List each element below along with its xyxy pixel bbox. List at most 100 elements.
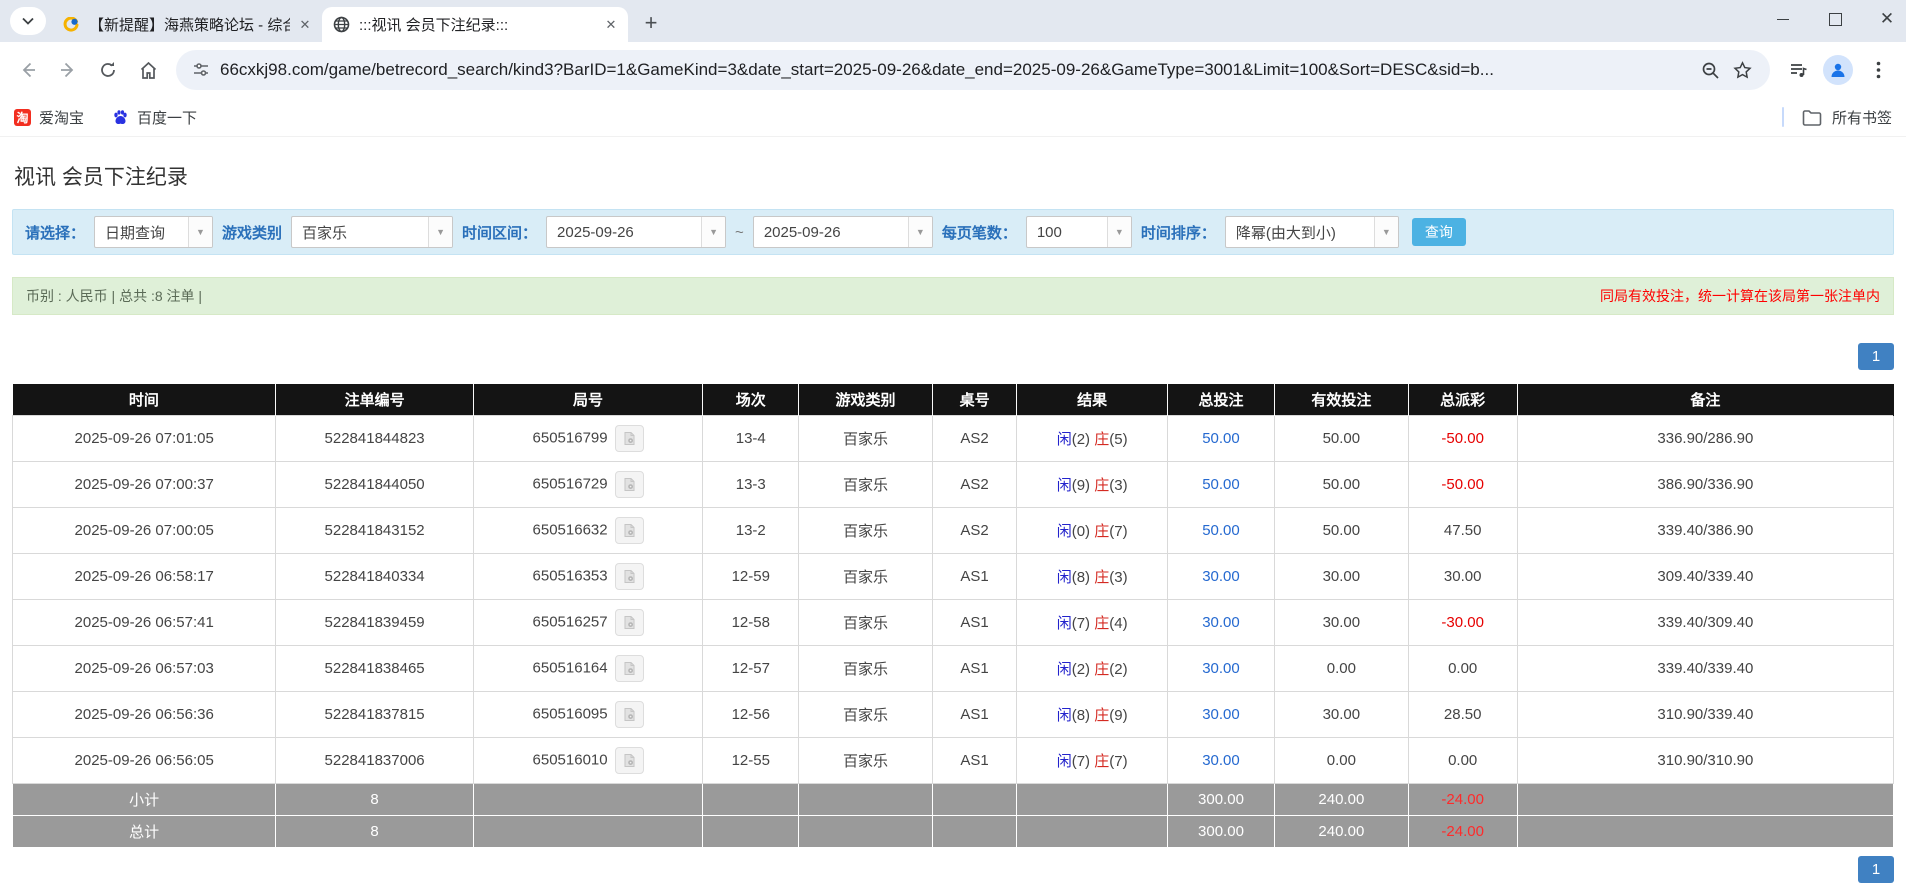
home-icon: [138, 60, 159, 81]
tab-bet-records[interactable]: :::视讯 会员下注纪录::: ✕: [322, 7, 628, 42]
sort-select[interactable]: 降幂(由大到小) ▼: [1225, 216, 1399, 248]
cell-session: 13-4: [703, 416, 799, 462]
close-window-button[interactable]: ✕: [1878, 10, 1896, 28]
chevron-down-icon: ▼: [188, 217, 212, 247]
video-replay-button[interactable]: [615, 701, 644, 728]
video-replay-button[interactable]: [615, 747, 644, 774]
video-replay-button[interactable]: [615, 471, 644, 498]
pagination-bottom: 1: [12, 856, 1894, 883]
all-bookmarks[interactable]: 所有书签: [1782, 107, 1892, 128]
player-score: (7): [1072, 615, 1095, 632]
video-replay-button[interactable]: [615, 563, 644, 590]
records-table-head: 时间注单编号局号场次游戏类别桌号结果总投注有效投注总派彩备注: [13, 384, 1894, 416]
forward-button[interactable]: [48, 50, 88, 90]
column-header: 游戏类别: [799, 384, 933, 416]
cell-bet-id: 522841840334: [276, 554, 474, 600]
minimize-button[interactable]: [1774, 10, 1792, 28]
column-header: 总派彩: [1408, 384, 1517, 416]
cell-game-type: 百家乐: [799, 600, 933, 646]
cell-bet-id: 522841844823: [276, 416, 474, 462]
tab-search-button[interactable]: [10, 7, 46, 35]
cell-note: 339.40/309.40: [1517, 600, 1893, 646]
cell-round: 650516164: [473, 646, 702, 692]
table-row: 2025-09-26 06:56:05522841837006650516010…: [13, 738, 1894, 784]
column-header: 注单编号: [276, 384, 474, 416]
player-score: (2): [1072, 661, 1095, 678]
video-replay-button[interactable]: [615, 655, 644, 682]
search-button[interactable]: 查询: [1412, 218, 1466, 246]
bookmark-star-button[interactable]: [1726, 54, 1758, 86]
summary-empty-cell: [1517, 816, 1893, 848]
cell-bet-id: 522841844050: [276, 462, 474, 508]
column-header: 桌号: [932, 384, 1017, 416]
per-page-select[interactable]: 100 ▼: [1026, 216, 1132, 248]
summary-count: 8: [276, 784, 474, 816]
bet-amount-link[interactable]: 30.00: [1202, 568, 1240, 585]
video-file-icon: [622, 615, 637, 630]
round-number: 650516164: [533, 659, 608, 676]
tab-close-icon[interactable]: ✕: [602, 16, 620, 34]
bet-amount-link[interactable]: 30.00: [1202, 660, 1240, 677]
page-1-button[interactable]: 1: [1858, 856, 1894, 883]
sort-label: 时间排序：: [1141, 222, 1216, 243]
summary-empty-cell: [1017, 816, 1167, 848]
video-file-icon: [622, 431, 637, 446]
date-start-select[interactable]: 2025-09-26 ▼: [546, 216, 726, 248]
bet-amount-link[interactable]: 30.00: [1202, 752, 1240, 769]
cell-payout: -50.00: [1408, 416, 1517, 462]
video-replay-button[interactable]: [615, 609, 644, 636]
cell-payout: 28.50: [1408, 692, 1517, 738]
column-header: 总投注: [1167, 384, 1274, 416]
new-tab-button[interactable]: +: [636, 8, 666, 38]
banker-score: (3): [1109, 477, 1127, 494]
banker-result: 庄: [1094, 615, 1109, 632]
cell-table-number: AS2: [932, 462, 1017, 508]
cell-bet-id: 522841843152: [276, 508, 474, 554]
video-replay-button[interactable]: [615, 425, 644, 452]
tab-forum[interactable]: 【新提醒】海燕策略论坛 - 综合 ✕: [52, 7, 322, 42]
bet-amount-link[interactable]: 30.00: [1202, 614, 1240, 631]
cell-round: 650516632: [473, 508, 702, 554]
game-type-select[interactable]: 百家乐 ▼: [291, 216, 453, 248]
zoom-out-icon: [1701, 61, 1720, 80]
menu-button[interactable]: [1858, 50, 1898, 90]
cell-result: 闲(2) 庄(5): [1017, 416, 1167, 462]
date-end-select[interactable]: 2025-09-26 ▼: [753, 216, 933, 248]
bet-amount-link[interactable]: 50.00: [1202, 522, 1240, 539]
bookmarks-separator: [1782, 107, 1784, 127]
media-controls-button[interactable]: [1778, 50, 1818, 90]
bet-amount-link[interactable]: 50.00: [1202, 430, 1240, 447]
cell-table-number: AS2: [932, 416, 1017, 462]
round-number: 650516632: [533, 521, 608, 538]
bet-amount-link[interactable]: 50.00: [1202, 476, 1240, 493]
column-header: 有效投注: [1275, 384, 1409, 416]
back-button[interactable]: [8, 50, 48, 90]
cell-result: 闲(8) 庄(9): [1017, 692, 1167, 738]
bookmark-aitaobao[interactable]: 淘 爱淘宝: [14, 107, 84, 128]
bet-amount-link[interactable]: 30.00: [1202, 706, 1240, 723]
query-type-select[interactable]: 日期查询 ▼: [94, 216, 213, 248]
summary-empty-cell: [1017, 784, 1167, 816]
address-bar[interactable]: 66cxkj98.com/game/betrecord_search/kind3…: [176, 50, 1770, 90]
banker-score: (5): [1109, 431, 1127, 448]
url-text[interactable]: 66cxkj98.com/game/betrecord_search/kind3…: [220, 60, 1684, 80]
cell-total-bet: 50.00: [1167, 416, 1274, 462]
page-1-button[interactable]: 1: [1858, 343, 1894, 370]
profile-button[interactable]: [1818, 50, 1858, 90]
player-score: (7): [1072, 753, 1095, 770]
bookmark-baidu[interactable]: 百度一下: [112, 107, 197, 128]
cell-valid-bet: 0.00: [1275, 646, 1409, 692]
video-replay-button[interactable]: [615, 517, 644, 544]
home-button[interactable]: [128, 50, 168, 90]
reload-button[interactable]: [88, 50, 128, 90]
cell-game-type: 百家乐: [799, 554, 933, 600]
cell-valid-bet: 30.00: [1275, 554, 1409, 600]
site-settings-icon[interactable]: [192, 61, 210, 79]
tab-close-icon[interactable]: ✕: [296, 16, 314, 34]
cell-table-number: AS2: [932, 508, 1017, 554]
player-score: (0): [1072, 523, 1095, 540]
cell-payout: 30.00: [1408, 554, 1517, 600]
zoom-button[interactable]: [1694, 54, 1726, 86]
cell-time: 2025-09-26 06:58:17: [13, 554, 276, 600]
maximize-button[interactable]: [1826, 10, 1844, 28]
